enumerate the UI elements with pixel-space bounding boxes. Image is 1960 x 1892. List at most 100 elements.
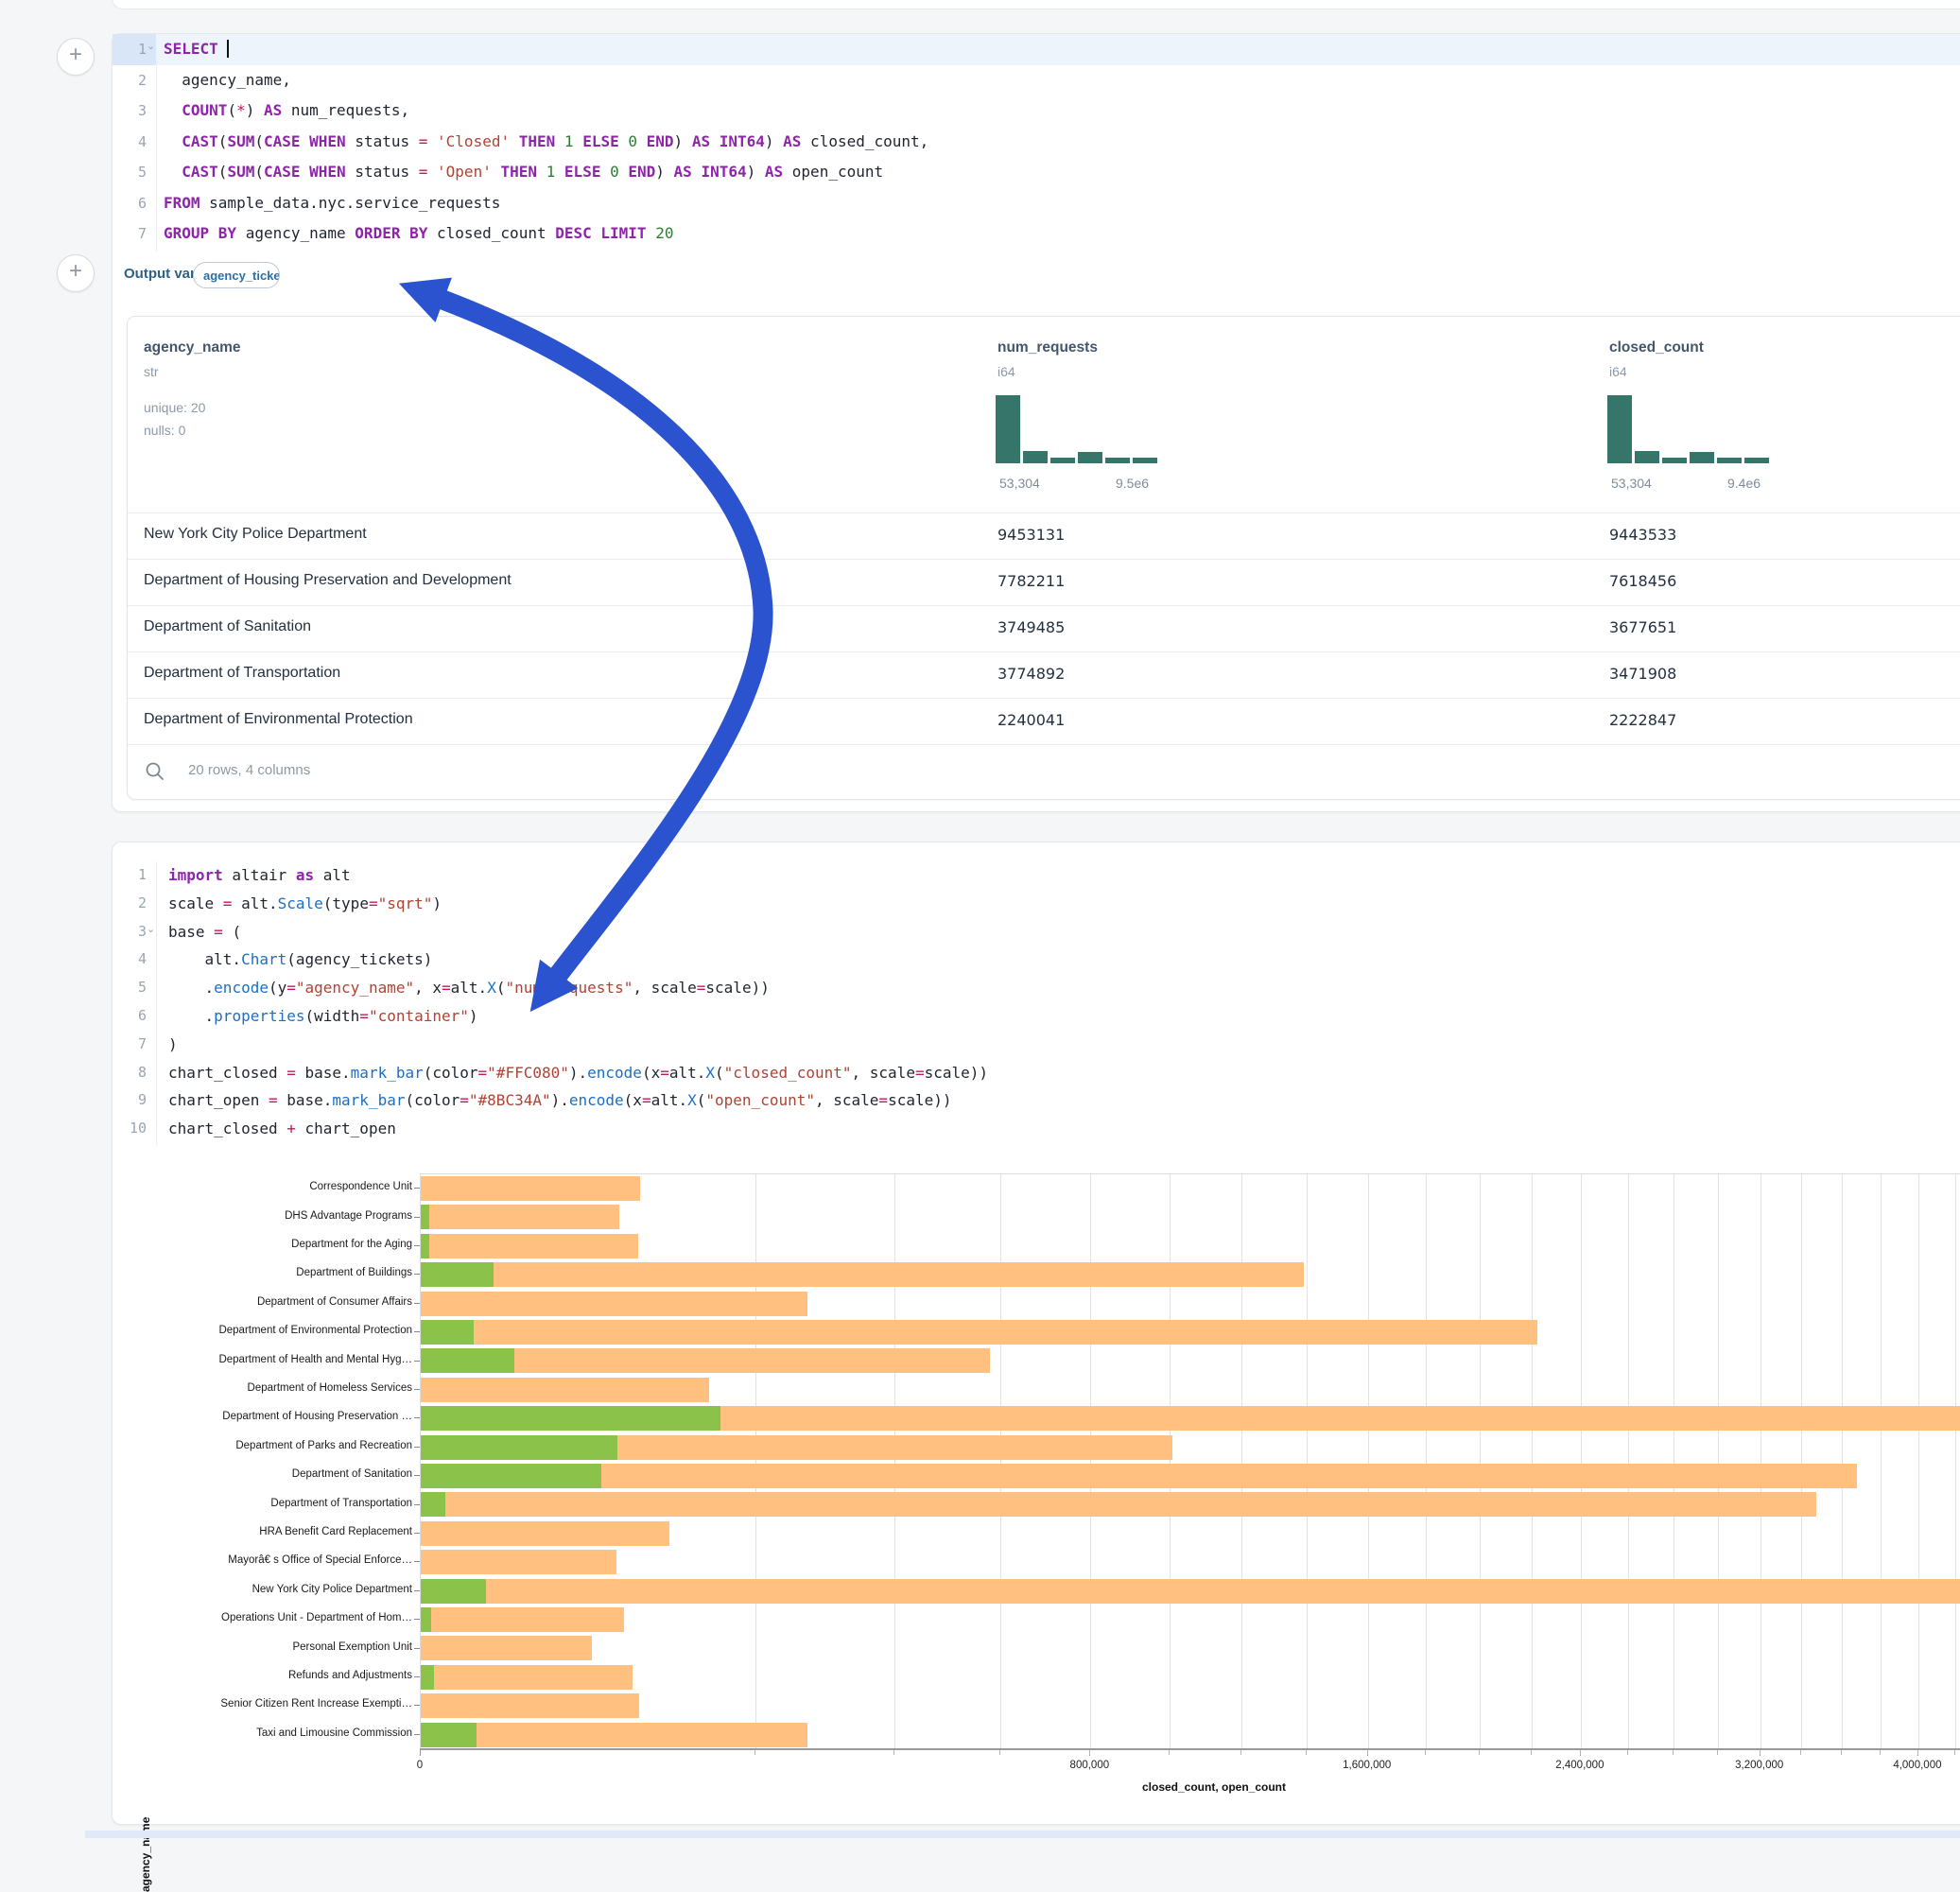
gridline: [1368, 1174, 1369, 1749]
gridline: [1426, 1174, 1427, 1749]
y-axis-title: agency_name: [139, 1817, 152, 1892]
cell-agency-name: Department of Environmental Protection: [144, 711, 413, 728]
bar-closed-count: [421, 1320, 1537, 1345]
code-text: CAST(SUM(CASE WHEN status = 'Closed' THE…: [164, 127, 928, 158]
bar-closed-count: [421, 1723, 807, 1747]
code-text: chart_closed = base.mark_bar(color="#FFC…: [168, 1059, 988, 1087]
line-number: 10: [113, 1115, 156, 1143]
bar-open-count: [421, 1435, 617, 1460]
code-line[interactable]: 6 FROM sample_data.nyc.service_requests: [113, 188, 1960, 219]
x-minor-tick: [1169, 1750, 1170, 1755]
code-text: alt.Chart(agency_tickets): [168, 946, 432, 974]
sql-editor[interactable]: 1⌄SELECT 2 agency_name,3 COUNT(*) AS num…: [113, 34, 1960, 252]
code-text: base = (: [168, 918, 241, 946]
code-line[interactable]: 5 .encode(y="agency_name", x=alt.X("num_…: [113, 974, 1960, 1002]
code-line[interactable]: 4 CAST(SUM(CASE WHEN status = 'Closed' T…: [113, 127, 1960, 158]
histogram-bar: [1078, 452, 1102, 463]
code-line[interactable]: 6 .properties(width="container"): [113, 1002, 1960, 1031]
code-text: SELECT: [164, 34, 229, 65]
code-line[interactable]: 2 agency_name,: [113, 65, 1960, 96]
gridline: [1170, 1174, 1171, 1749]
histogram-bar: [1105, 458, 1130, 463]
line-number: 6: [113, 1002, 156, 1031]
code-text: agency_name,: [164, 65, 291, 96]
code-line[interactable]: 4 alt.Chart(agency_tickets): [113, 946, 1960, 974]
gridline: [1090, 1174, 1091, 1749]
x-minor-tick: [1673, 1750, 1674, 1755]
code-text: ): [168, 1031, 178, 1059]
code-line[interactable]: 8chart_closed = base.mark_bar(color="#FF…: [113, 1059, 1960, 1087]
bar-closed-count: [421, 1693, 639, 1718]
line-number: 5: [113, 157, 156, 188]
bar-closed-count: [421, 1262, 1304, 1287]
x-tick-label: 0: [417, 1760, 423, 1771]
x-tick-label: 3,200,000: [1735, 1760, 1783, 1771]
histogram-bar: [1607, 395, 1632, 463]
cell-closed-count: 7618456: [1609, 572, 1676, 590]
x-minor-tick: [1880, 1750, 1881, 1755]
code-line[interactable]: 7): [113, 1031, 1960, 1059]
search-icon[interactable]: [145, 761, 165, 782]
histogram-bar: [1133, 458, 1157, 463]
y-axis-label: Department of Consumer Affairs: [129, 1296, 412, 1308]
fold-chevron-icon[interactable]: ⌄: [147, 915, 155, 944]
code-line[interactable]: 3 COUNT(*) AS num_requests,: [113, 95, 1960, 127]
bar-open-count: [421, 1579, 486, 1604]
code-line[interactable]: 1import altair as alt: [113, 861, 1960, 890]
histogram-bar: [1635, 451, 1659, 463]
code-line[interactable]: 3⌄base = (: [113, 918, 1960, 946]
bar-closed-count: [421, 1492, 1816, 1517]
code-line[interactable]: 5 CAST(SUM(CASE WHEN status = 'Open' THE…: [113, 157, 1960, 188]
line-number: 1: [113, 861, 156, 890]
x-tick-label: 2,400,000: [1555, 1760, 1604, 1771]
bar-open-count: [421, 1348, 514, 1373]
add-cell-button[interactable]: +: [57, 38, 95, 76]
gridline: [1955, 1174, 1956, 1749]
bar-closed-count: [421, 1205, 619, 1229]
add-cell-button-2[interactable]: +: [57, 254, 95, 292]
code-text: .encode(y="agency_name", x=alt.X("num_re…: [168, 974, 770, 1002]
x-minor-tick: [1760, 1750, 1761, 1755]
bar-open-count: [421, 1320, 474, 1345]
code-line[interactable]: 9chart_open = base.mark_bar(color="#8BC3…: [113, 1086, 1960, 1115]
histogram-bar: [1023, 451, 1048, 463]
column-header-closed-count: closed_count: [1609, 339, 1704, 356]
gridline: [1532, 1174, 1533, 1749]
bar-closed-count: [421, 1378, 709, 1402]
bar-closed-count: [421, 1292, 807, 1316]
bar-closed-count: [421, 1176, 640, 1201]
fold-chevron-icon[interactable]: ⌄: [147, 31, 155, 62]
line-number: 6: [113, 188, 156, 219]
code-line[interactable]: 10 chart_closed + chart_open: [113, 1115, 1960, 1143]
y-axis-label: Department for the Aging: [129, 1239, 412, 1250]
bar-closed-count: [421, 1521, 669, 1546]
x-minor-tick: [1089, 1750, 1090, 1755]
bar-closed-count: [421, 1665, 633, 1690]
code-line[interactable]: 2scale = alt.Scale(type="sqrt"): [113, 890, 1960, 918]
gridline: [1000, 1174, 1001, 1749]
gridline: [1801, 1174, 1802, 1749]
gridline: [1718, 1174, 1719, 1749]
column-header-num-requests: num_requests: [997, 339, 1098, 356]
cell-num-requests: 7782211: [997, 572, 1065, 590]
y-axis-label: Department of Sanitation: [129, 1468, 412, 1480]
x-tick-label: 1,600,000: [1343, 1760, 1391, 1771]
code-line[interactable]: 7GROUP BY agency_name ORDER BY closed_co…: [113, 218, 1960, 250]
y-axis-label: DHS Advantage Programs: [129, 1210, 412, 1222]
x-minor-tick: [1479, 1750, 1480, 1755]
y-axis-label: Taxi and Limousine Commission: [129, 1727, 412, 1739]
y-axis-label: Senior Citizen Rent Increase Exempti…: [129, 1698, 412, 1710]
code-text: chart_closed + chart_open: [168, 1115, 396, 1143]
bar-closed-count: [421, 1607, 624, 1632]
code-line[interactable]: 1⌄SELECT: [113, 34, 1960, 65]
line-number: 9: [113, 1086, 156, 1115]
column-header-agency-name: agency_name: [144, 339, 241, 356]
line-number: 7: [113, 218, 156, 250]
code-text: GROUP BY agency_name ORDER BY closed_cou…: [164, 218, 673, 250]
python-cell-card: 1import altair as alt2scale = alt.Scale(…: [112, 842, 1960, 1825]
code-text: CAST(SUM(CASE WHEN status = 'Open' THEN …: [164, 157, 883, 188]
output-variable-pill[interactable]: agency_tickets: [193, 262, 280, 288]
python-editor[interactable]: 1import altair as alt2scale = alt.Scale(…: [113, 861, 1960, 1145]
code-text: FROM sample_data.nyc.service_requests: [164, 188, 500, 219]
code-text: COUNT(*) AS num_requests,: [164, 95, 409, 127]
